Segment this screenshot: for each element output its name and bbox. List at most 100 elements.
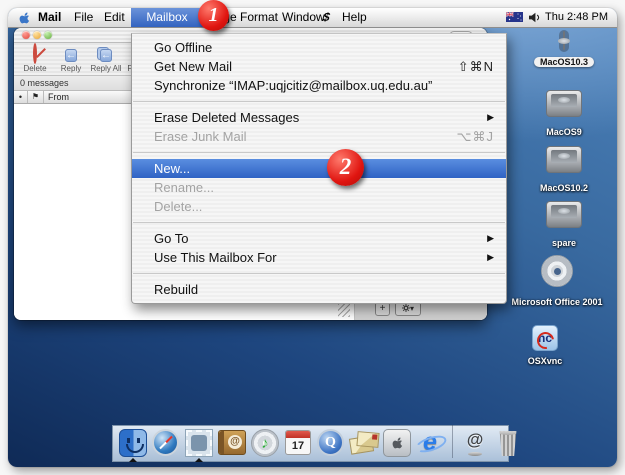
menu-item-go-offline[interactable]: Go Offline: [132, 38, 506, 57]
quicktime-icon: Q: [317, 429, 344, 456]
menu-bar: Mail File Edit View Mailbox Message Form…: [8, 8, 617, 28]
menu-separator: [133, 101, 505, 102]
address-book-icon: @: [218, 430, 246, 455]
dock-mail-icon[interactable]: [184, 428, 214, 458]
add-mailbox-button[interactable]: +: [375, 302, 390, 316]
menu-item-rename: Rename...: [132, 178, 506, 197]
reply-all-label: Reply All: [88, 64, 124, 73]
read-status-column-header[interactable]: •: [14, 91, 28, 103]
reply-all-icon: ←: [100, 49, 112, 62]
menu-separator: [133, 152, 505, 153]
mail-stamp-icon: [186, 430, 212, 456]
desktop-screen: Delete ← Reply ← Reply All → Forward 0 m…: [8, 8, 617, 467]
desktop-icon-macos102[interactable]: MacOS10.2: [534, 146, 594, 196]
apple-menu[interactable]: [18, 11, 31, 30]
hard-drive-icon: [546, 146, 582, 173]
dock-separator: [452, 425, 453, 458]
screenshot-root: { "menu_bar": { "items": ["Mail", "File"…: [0, 0, 625, 475]
flag-column-header[interactable]: ⚑: [28, 91, 44, 103]
ical-calendar-icon: 17: [285, 430, 311, 455]
submenu-arrow-icon: ▶: [487, 229, 494, 248]
selection-highlight: [559, 30, 569, 52]
desktop-icon-macos9[interactable]: MacOS9: [534, 90, 594, 140]
dock-at-bookmark-icon[interactable]: @: [460, 428, 490, 458]
gear-icon: [402, 304, 410, 312]
menu-separator: [133, 222, 505, 223]
menu-help[interactable]: Help: [342, 8, 367, 27]
dock-trash-icon[interactable]: [493, 428, 523, 458]
input-menu-flag-icon[interactable]: [506, 12, 523, 31]
reply-icon: ←: [65, 49, 77, 62]
close-button[interactable]: [22, 31, 30, 39]
dock: @ ♪ 17 Q e @: [112, 425, 509, 462]
internet-explorer-icon: e: [415, 428, 445, 458]
minimize-button[interactable]: [33, 31, 41, 39]
menu-item-go-to[interactable]: Go To ▶: [132, 229, 506, 248]
safari-compass-icon: [152, 429, 179, 456]
desktop-icon-macos103[interactable]: MacOS10.3: [534, 30, 594, 70]
hard-drive-icon: [546, 90, 582, 117]
hard-drive-icon: [563, 31, 565, 50]
submenu-arrow-icon: ▶: [487, 108, 494, 127]
desktop-icon-microsoft-office-2001[interactable]: Microsoft Office 2001: [497, 255, 617, 310]
hard-drive-icon: [546, 201, 582, 228]
delete-label: Delete: [17, 64, 53, 73]
menu-mailbox-highlighted[interactable]: Mailbox: [131, 8, 203, 27]
dock-itunes-icon[interactable]: ♪: [250, 428, 280, 458]
system-preferences-icon: [383, 429, 411, 457]
menu-item-erase-junk-mail: Erase Junk Mail ⌥⌘J: [132, 127, 506, 146]
menu-file[interactable]: File: [74, 8, 93, 27]
dock-system-preferences-icon[interactable]: [382, 428, 412, 458]
resize-grip[interactable]: [338, 304, 350, 317]
action-menu-button[interactable]: ▾: [395, 302, 421, 316]
dock-quicktime-icon[interactable]: Q: [316, 428, 346, 458]
reply-button[interactable]: ← Reply: [53, 45, 89, 73]
menu-bar-clock[interactable]: Thu 2:48 PM: [545, 8, 608, 27]
cd-icon: [541, 255, 573, 287]
menu-window[interactable]: Window: [282, 8, 325, 27]
desktop-icon-osxvnc[interactable]: nc OSXvnc: [515, 325, 575, 369]
zoom-button[interactable]: [44, 31, 52, 39]
dock-letters-icon[interactable]: [349, 428, 379, 458]
shortcut-erase-junk-mail: ⌥⌘J: [457, 127, 494, 146]
reply-all-button[interactable]: ← Reply All: [88, 45, 124, 73]
callout-step-2: 2: [327, 149, 364, 186]
action-menu-arrow: ▾: [410, 304, 414, 313]
menu-format[interactable]: Format: [240, 8, 278, 27]
dock-safari-icon[interactable]: [151, 428, 181, 458]
callout-step-1: 1: [198, 0, 229, 31]
delete-icon: [33, 43, 37, 64]
delete-button[interactable]: Delete: [17, 45, 53, 73]
shortcut-get-new-mail: ⇧⌘N: [458, 57, 494, 76]
dock-address-book-icon[interactable]: @: [217, 428, 247, 458]
menu-item-new-highlighted[interactable]: New...: [132, 159, 506, 178]
apple-logo-icon: [391, 436, 404, 450]
desktop-icon-spare[interactable]: spare: [534, 201, 594, 251]
menu-item-erase-deleted-messages[interactable]: Erase Deleted Messages ▶: [132, 108, 506, 127]
volume-menu-icon[interactable]: [528, 12, 541, 31]
script-menu-icon[interactable]: $: [322, 8, 331, 27]
australian-flag-icon: [506, 12, 523, 22]
menu-separator: [133, 273, 505, 274]
menu-mail[interactable]: Mail: [38, 8, 61, 27]
speaker-icon: [528, 12, 541, 23]
envelopes-icon: [349, 428, 379, 458]
at-sign-icon: @: [460, 428, 490, 458]
menu-item-delete: Delete...: [132, 197, 506, 216]
itunes-cd-icon: ♪: [251, 429, 279, 457]
osxvnc-app-icon: nc: [532, 325, 558, 351]
dock-finder-icon[interactable]: [118, 428, 148, 458]
menu-item-get-new-mail[interactable]: Get New Mail ⇧⌘N: [132, 57, 506, 76]
menu-edit[interactable]: Edit: [104, 8, 125, 27]
finder-icon: [119, 429, 147, 457]
apple-logo-icon: [18, 11, 31, 25]
menu-item-use-this-mailbox-for[interactable]: Use This Mailbox For ▶: [132, 248, 506, 267]
submenu-arrow-icon: ▶: [487, 248, 494, 267]
menu-item-synchronize[interactable]: Synchronize “IMAP:uqjcitiz@mailbox.uq.ed…: [132, 76, 506, 95]
reply-label: Reply: [53, 64, 89, 73]
dock-ical-icon[interactable]: 17: [283, 428, 313, 458]
trash-icon: [497, 429, 519, 456]
menu-item-rebuild[interactable]: Rebuild: [132, 280, 506, 299]
mailbox-dropdown-menu: Go Offline Get New Mail ⇧⌘N Synchronize …: [131, 33, 507, 304]
dock-internet-explorer-icon[interactable]: e: [415, 428, 445, 458]
